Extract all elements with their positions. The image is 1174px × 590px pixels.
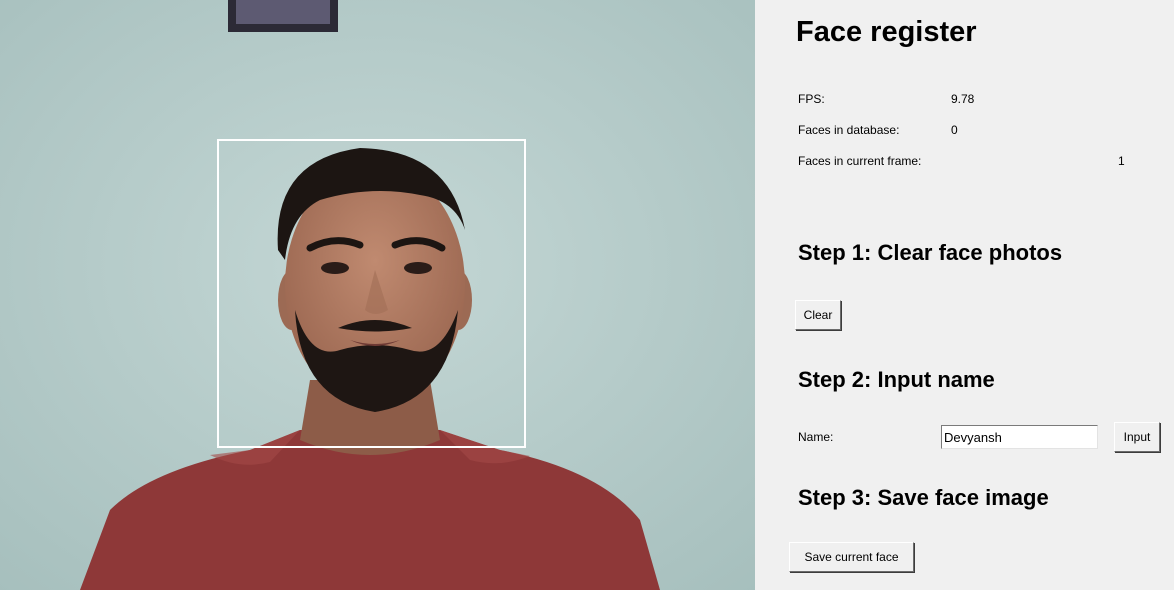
faces-in-current-frame-value: 1	[1118, 154, 1125, 168]
camera-feed	[0, 0, 755, 590]
face-register-window: Face register FPS: 9.78 Faces in databas…	[0, 0, 1174, 590]
page-title: Face register	[796, 16, 977, 48]
control-panel: Face register FPS: 9.78 Faces in databas…	[755, 0, 1174, 590]
save-current-face-button[interactable]: Save current face	[789, 542, 914, 572]
face-detection-box	[217, 139, 526, 448]
input-button[interactable]: Input	[1114, 422, 1160, 452]
fps-value: 9.78	[951, 92, 975, 106]
step3-title: Step 3: Save face image	[798, 485, 1049, 510]
name-label: Name:	[798, 430, 834, 444]
faces-in-current-frame-label: Faces in current frame:	[798, 154, 922, 168]
step1-title: Step 1: Clear face photos	[798, 240, 1063, 265]
faces-in-database-label: Faces in database:	[798, 123, 900, 137]
step2-title: Step 2: Input name	[798, 367, 995, 392]
fps-label: FPS:	[798, 92, 825, 106]
clear-button[interactable]: Clear	[795, 300, 841, 330]
name-input[interactable]	[941, 425, 1098, 449]
faces-in-database-value: 0	[951, 123, 958, 137]
